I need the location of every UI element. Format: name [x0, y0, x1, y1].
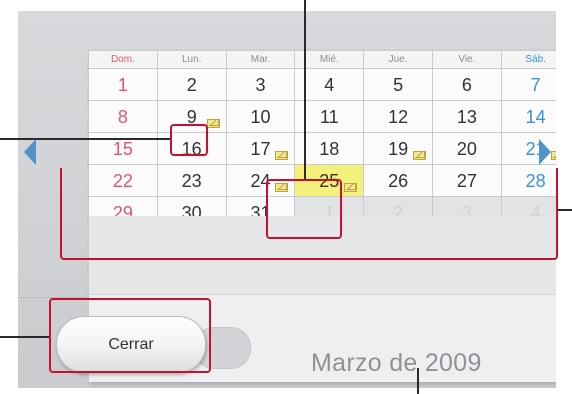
day-number: 8 — [117, 107, 128, 127]
day-number: 5 — [393, 75, 404, 95]
day-number: 19 — [388, 139, 409, 159]
weekday-label: Mar. — [226, 51, 296, 69]
calendar-day[interactable]: 10 — [226, 101, 296, 133]
weekday-label: Jue. — [364, 51, 433, 69]
calendar-day[interactable]: 19 — [364, 133, 433, 165]
chevron-right-icon[interactable] — [539, 139, 551, 165]
day-number: 4 — [324, 75, 335, 95]
calendar-day[interactable]: 5 — [364, 69, 433, 101]
calendar-day[interactable]: 6 — [432, 69, 502, 101]
day-number: 17 — [250, 139, 271, 159]
day-number: 1 — [117, 75, 128, 95]
day-number: 13 — [456, 107, 477, 127]
calendar-day[interactable]: 17 — [226, 133, 296, 165]
weekday-label: Lun. — [157, 51, 227, 69]
day-number: 3 — [255, 75, 266, 95]
callout-line — [0, 138, 170, 140]
calendar-day[interactable]: 8 — [89, 101, 158, 133]
calendar-day[interactable]: 12 — [364, 101, 433, 133]
day-number: 2 — [186, 75, 197, 95]
calendar-day[interactable]: 3 — [226, 69, 296, 101]
day-number: 14 — [525, 107, 546, 127]
weekday-label: Sáb. — [501, 51, 556, 69]
calendar-day[interactable]: 13 — [432, 101, 502, 133]
envelope-icon — [550, 151, 556, 160]
day-number: 15 — [112, 139, 133, 159]
day-number: 20 — [456, 139, 477, 159]
callout-line — [558, 209, 572, 211]
calendar-day[interactable]: 20 — [432, 133, 502, 165]
callout-line — [0, 336, 49, 338]
calendar-day[interactable]: 7 — [501, 69, 556, 101]
weekday-header: Dom. Lun. Mar. Mié. Jue. Vie. Sáb. — [89, 51, 556, 69]
day-number: 6 — [461, 75, 472, 95]
calendar-day[interactable]: 2 — [157, 69, 227, 101]
weekday-label: Dom. — [89, 51, 158, 69]
callout-message-box — [170, 124, 208, 156]
calendar-week-row: 1 2 3 4 5 6 7 — [89, 69, 556, 101]
weekday-label: Vie. — [432, 51, 502, 69]
envelope-icon — [275, 151, 289, 160]
callout-arrows-box — [60, 168, 558, 260]
day-number: 18 — [319, 139, 340, 159]
chevron-left-icon[interactable] — [24, 139, 36, 165]
day-number: 10 — [250, 107, 271, 127]
envelope-icon — [206, 119, 220, 128]
envelope-icon — [412, 151, 426, 160]
callout-line — [304, 0, 306, 179]
day-number: 12 — [388, 107, 409, 127]
day-number: 11 — [319, 107, 339, 127]
day-number: 7 — [530, 75, 541, 95]
calendar-day[interactable]: 1 — [89, 69, 158, 101]
calendar-day[interactable]: 14 — [501, 101, 556, 133]
month-label: Marzo de 2009 — [311, 349, 482, 377]
calendar-week-row: 8 9 10 11 12 13 14 — [89, 101, 556, 133]
callout-close-box — [49, 298, 211, 373]
callout-line — [417, 368, 419, 394]
